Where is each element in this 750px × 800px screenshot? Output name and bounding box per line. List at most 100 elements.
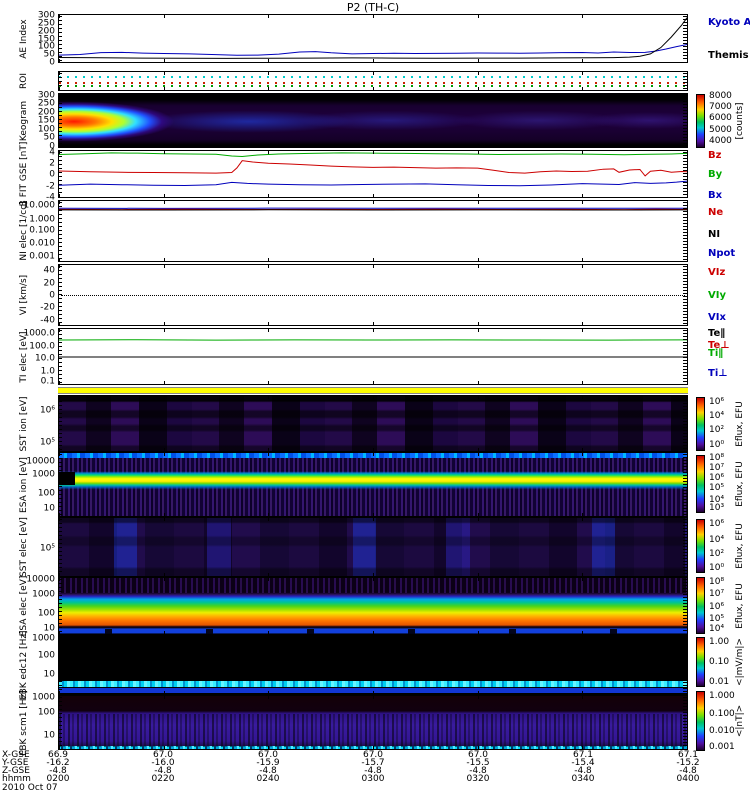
x-tick — [687, 87, 688, 90]
ytick-esa_elec-0: 10000 — [26, 574, 55, 585]
ytick-esa_elec-3: 10 — [43, 623, 55, 634]
series-line-Bx — [59, 181, 687, 186]
x-tick — [268, 381, 270, 384]
x-tick — [163, 453, 165, 456]
colorbar-tick-esa_ion-2: 10⁶ — [709, 473, 725, 484]
colorbar-unit-fbk_scm: <|nT|> — [735, 704, 745, 738]
ytick-fbk_edc-1: 100 — [37, 650, 55, 661]
series-label-den: NI — [708, 229, 721, 241]
colorbar-sst-ion — [696, 397, 705, 451]
x-tick — [59, 448, 60, 451]
colorbar-tick-fbk_edc-1: 0.10 — [709, 657, 730, 667]
x-tick — [268, 258, 270, 261]
ytick-bfit-0: 4 — [49, 147, 55, 158]
x-tick — [268, 72, 270, 75]
x-tick — [59, 631, 60, 634]
x-tick — [163, 322, 165, 325]
x-tick — [373, 636, 374, 639]
x-tick — [582, 631, 584, 634]
ytick-vel-0: 40 — [43, 265, 55, 276]
colorbar-tick-fbk_edc-2: 0.01 — [709, 677, 730, 687]
axis-label-ae: AE Index — [19, 18, 29, 59]
ytick-fbk_scm-1: 100 — [37, 707, 55, 718]
axis-label-sst_ion: SST ion [eV] — [19, 395, 29, 452]
x-tick — [163, 258, 165, 261]
x-tick — [687, 322, 688, 325]
axis-row-label-hhmm: hhmm — [2, 774, 31, 784]
x-tick — [477, 396, 479, 399]
x-tick — [59, 15, 60, 18]
x-tick — [373, 151, 374, 154]
x-tick — [687, 691, 688, 694]
axis-value: 0400 — [676, 774, 700, 784]
x-tick — [59, 87, 60, 90]
ytick-fbk_edc-0: 1000 — [32, 633, 55, 644]
plot-figure: P2 (TH-C) 300250200150100500 Kyoto AE Them… — [0, 0, 750, 800]
x-tick — [268, 448, 270, 451]
series-line-Kyoto AE — [59, 45, 687, 56]
ytick-den-3: 0.010 — [29, 238, 55, 249]
axis-label-esa_elec: ESA elec [eV] — [19, 575, 29, 637]
x-tick — [582, 15, 584, 18]
x-tick — [268, 329, 270, 332]
colorbar-tick-sst_ion-2: 10² — [709, 425, 725, 436]
x-tick — [582, 265, 584, 268]
colorbar-tick-sst_ion-1: 10⁴ — [709, 410, 725, 421]
x-tick — [477, 381, 479, 384]
ytick-temp-4: 0.1 — [40, 376, 55, 387]
data-gap-patch — [59, 472, 75, 485]
x-tick — [582, 94, 584, 97]
x-tick — [59, 151, 60, 154]
series-line-Bz — [59, 161, 687, 176]
x-tick — [59, 691, 60, 694]
ytick-bfit-3: -2 — [46, 181, 55, 192]
x-tick — [59, 94, 60, 97]
x-tick — [582, 151, 584, 154]
x-tick — [163, 329, 165, 332]
x-tick — [582, 691, 584, 694]
x-tick — [582, 59, 584, 62]
x-tick — [59, 513, 60, 516]
x-tick — [582, 573, 584, 576]
x-tick — [163, 144, 165, 147]
x-tick — [268, 631, 270, 634]
x-tick — [687, 636, 688, 639]
series-label-bfit: Bx — [708, 189, 723, 201]
x-tick — [59, 518, 60, 521]
x-tick — [373, 87, 374, 90]
x-tick — [268, 59, 270, 62]
x-tick — [268, 518, 270, 521]
colorbar-tick-fbk_scm-2: 0.010 — [709, 725, 735, 736]
series-label-den: Ne — [708, 207, 724, 219]
axis-value: 0300 — [361, 774, 385, 784]
x-tick — [59, 258, 60, 261]
ytick-esa_ion-3: 10 — [43, 503, 55, 514]
x-tick — [59, 322, 60, 325]
panel-fbk-scm1: 1000 100 10 — [32, 693, 688, 750]
temperature-chart — [59, 329, 687, 384]
plot-title: P2 (TH-C) — [346, 1, 400, 14]
x-tick — [582, 696, 584, 699]
panel-sst-ion: 10⁶ 10⁵ — [40, 395, 688, 452]
colorbar-tick-keogram-1: 7000 — [709, 101, 732, 112]
x-tick — [163, 396, 165, 399]
x-tick — [59, 194, 60, 197]
x-tick — [477, 578, 479, 581]
panel-density: 10.000 1.000 0.100 0.010 0.001 Ne NI Npot — [24, 200, 735, 262]
x-tick — [163, 59, 165, 62]
series-line-Themis AE — [59, 18, 687, 59]
panel-fbk-edc12: 1000 100 10 — [32, 634, 688, 695]
colorbar-unit-sst_ion: Eflux, EFU — [735, 401, 745, 447]
ytick-fbk_scm-2: 10 — [43, 730, 55, 741]
x-tick — [582, 258, 584, 261]
x-tick — [163, 448, 165, 451]
x-tick — [373, 381, 374, 384]
colorbar-tick-sst_elec-2: 10² — [709, 548, 725, 559]
colorbar-tick-esa_elec-1: 10⁷ — [709, 589, 725, 600]
x-tick — [477, 631, 479, 634]
x-tick — [582, 396, 584, 399]
x-tick — [582, 201, 584, 204]
zero-reference-line — [61, 295, 685, 296]
colorbar-unit-keogram: [counts] — [735, 102, 745, 140]
x-tick — [59, 453, 60, 456]
